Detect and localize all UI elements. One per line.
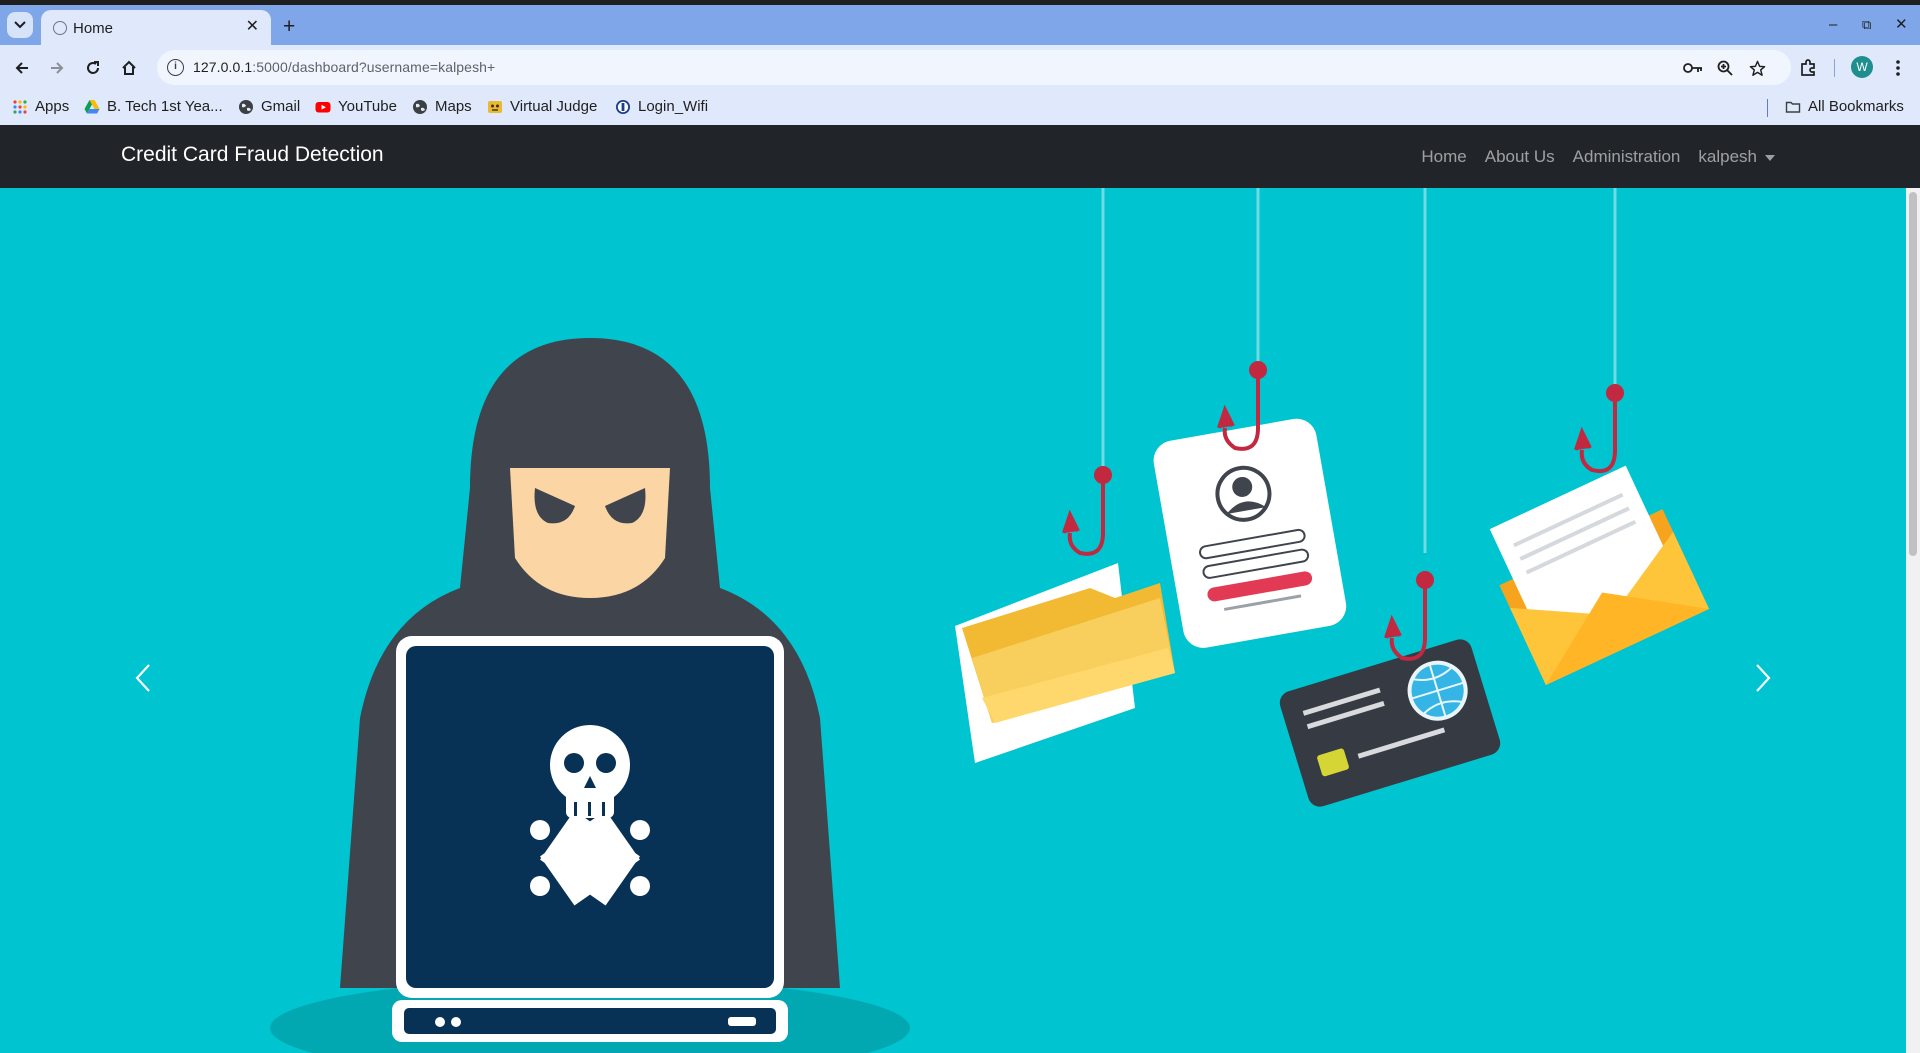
chevron-left-icon [135,664,150,692]
bookmark-youtube[interactable]: YouTube [315,98,397,115]
address-bar[interactable]: i 127.0.0.1:5000/dashboard?username=kalp… [157,50,1791,85]
nav-links: Home About Us Administration kalpesh [1421,147,1775,167]
youtube-icon [315,101,331,112]
url-host: 127.0.0.1 [193,59,253,75]
globe-icon [53,21,67,35]
bookmarks-bar: Apps B. Tech 1st Yea... Gmail YouTube Ma… [0,90,1920,125]
site-info-icon[interactable]: i [167,59,184,76]
url-text[interactable]: 127.0.0.1:5000/dashboard?username=kalpes… [193,59,495,75]
scrollbar-thumb[interactable] [1909,192,1917,556]
laptop [392,636,788,1042]
back-button[interactable] [10,56,34,80]
carousel-prev-button[interactable] [123,658,163,698]
url-path: :5000/dashboard?username=kalpesh+ [252,59,496,75]
tab-title: Home [73,20,114,37]
phishing-hacker-illustration [270,188,1710,1053]
forward-button[interactable] [45,56,69,80]
bookmark-label: Gmail [261,98,301,115]
envelope-bait [1489,465,1710,685]
password-key-icon[interactable] [1683,58,1703,78]
extensions-button[interactable] [1796,56,1820,80]
tab-search-button[interactable] [7,12,33,38]
tab-strip: Home ✕ + – ⧉ ✕ [0,5,1920,45]
google-drive-icon [84,99,100,113]
folder-icon [1785,101,1801,113]
close-window-button[interactable]: ✕ [1895,17,1908,33]
login-card-bait [1153,418,1347,648]
bookmark-label: Apps [35,98,70,115]
virtual-judge-icon [488,100,502,113]
all-bookmarks-button[interactable]: All Bookmarks [1785,98,1904,115]
folder-bait [955,563,1175,763]
nav-about-us[interactable]: About Us [1485,147,1555,167]
bookmark-label: Login_Wifi [638,98,709,115]
reload-icon [87,61,99,74]
page-scrollbar[interactable] [1906,188,1920,1053]
home-icon [122,60,136,75]
new-tab-button[interactable]: + [283,16,295,37]
home-button[interactable] [117,56,141,80]
caret-down-icon [1765,154,1775,161]
tab-close-icon[interactable]: ✕ [246,18,259,36]
bookmark-maps[interactable]: Maps [412,98,472,115]
credit-card-bait [1279,639,1501,807]
chevron-down-icon [14,21,26,29]
bookmarks-divider [1767,99,1768,117]
site-brand[interactable]: Credit Card Fraud Detection [121,143,384,167]
bookmark-label: YouTube [338,98,397,115]
bookmark-virtual-judge[interactable]: Virtual Judge [487,98,597,115]
bookmark-apps[interactable]: Apps [12,98,69,115]
hero-carousel [0,188,1906,1053]
apps-grid-icon [13,99,27,114]
nav-administration[interactable]: Administration [1573,147,1681,167]
arrow-right-icon [51,62,64,74]
nav-home[interactable]: Home [1421,147,1466,167]
bookmark-label: Maps [435,98,472,115]
nav-user-dropdown[interactable]: kalpesh [1698,147,1775,167]
reload-button[interactable] [81,56,105,80]
puzzle-icon [1801,59,1815,76]
site-navbar: Credit Card Fraud Detection Home About U… [0,125,1920,188]
login-wifi-icon [616,99,630,114]
bookmark-label: Virtual Judge [510,98,598,115]
kebab-menu-icon [1896,60,1900,76]
web-page: Credit Card Fraud Detection Home About U… [0,125,1920,1053]
arrow-left-icon [15,62,28,74]
minimize-button[interactable]: – [1829,17,1837,33]
browser-menu-button[interactable] [1886,56,1910,80]
bookmark-star-icon[interactable] [1747,58,1767,78]
browser-tab-home[interactable]: Home ✕ [41,10,271,45]
hook-4 [1574,384,1624,473]
profile-avatar[interactable]: W [1851,56,1873,78]
globe-icon [239,99,253,114]
bookmark-label: B. Tech 1st Yea... [107,98,223,115]
bookmark-gmail[interactable]: Gmail [238,98,300,115]
zoom-icon[interactable] [1715,58,1735,78]
toolbar-divider [1834,59,1835,77]
hook-3 [1384,571,1434,661]
hook-1 [1062,466,1112,556]
bookmark-btech[interactable]: B. Tech 1st Yea... [84,98,223,115]
bookmark-login-wifi[interactable]: Login_Wifi [615,98,708,115]
globe-icon [413,99,427,114]
carousel-next-button[interactable] [1743,658,1783,698]
browser-toolbar: i 127.0.0.1:5000/dashboard?username=kalp… [0,45,1920,90]
user-name: kalpesh [1698,147,1757,166]
all-bookmarks-label: All Bookmarks [1808,98,1904,115]
chevron-right-icon [1756,664,1771,692]
restore-button[interactable]: ⧉ [1862,17,1871,33]
